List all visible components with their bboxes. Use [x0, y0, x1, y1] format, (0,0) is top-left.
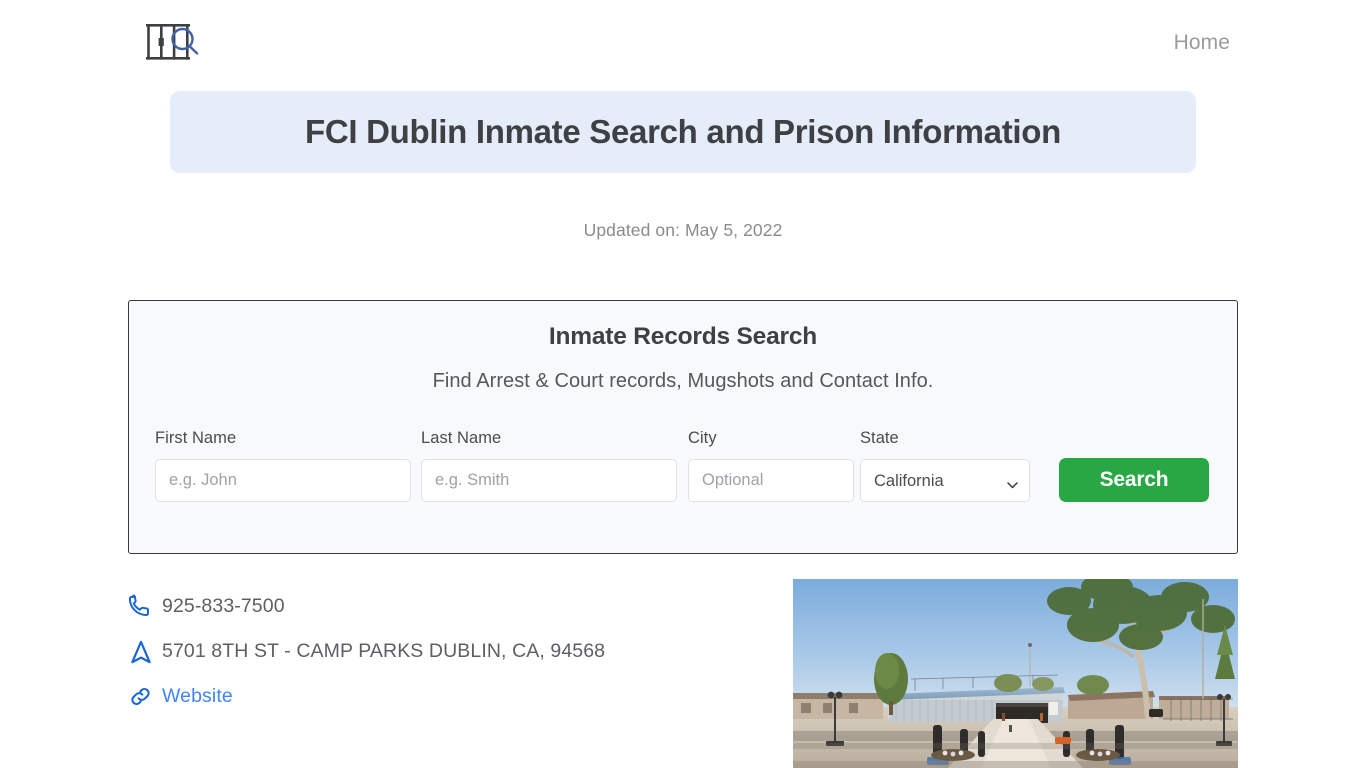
first-name-input[interactable] [155, 459, 411, 502]
facility-contact-block: 925-833-7500 5701 8TH ST - CAMP PARKS DU… [128, 584, 768, 719]
inmate-search-form: First Name Last Name City State Californ… [155, 393, 1211, 502]
jail-bars-with-magnifier-logo-icon [144, 20, 202, 67]
first-name-field-group: First Name [155, 429, 411, 502]
city-label: City [688, 429, 717, 447]
contact-row-website: Website [128, 674, 768, 719]
phone-icon [128, 594, 162, 619]
last-name-label: Last Name [421, 429, 502, 447]
facility-phone-text: 925-833-7500 [162, 595, 285, 617]
nav-link-home[interactable]: Home [1174, 31, 1230, 55]
facility-photo [793, 579, 1238, 768]
page-title: FCI Dublin Inmate Search and Prison Info… [305, 113, 1061, 150]
state-select[interactable]: California [860, 459, 1030, 502]
first-name-label: First Name [155, 429, 237, 447]
search-card-title: Inmate Records Search [548, 323, 818, 350]
search-button[interactable]: Search [1059, 458, 1209, 502]
updated-on-text: Updated on: May 5, 2022 [583, 220, 783, 240]
inmate-records-search-card: Inmate Records Search Find Arrest & Cour… [128, 300, 1238, 554]
state-label: State [860, 429, 899, 447]
contact-row-phone: 925-833-7500 [128, 584, 768, 629]
last-name-input[interactable] [421, 459, 677, 502]
state-select-wrap: California [860, 459, 1030, 502]
state-field-group: State California [860, 429, 1030, 502]
city-field-group: City [688, 429, 854, 502]
contact-row-address: 5701 8TH ST - CAMP PARKS DUBLIN, CA, 945… [128, 629, 768, 674]
page-title-banner: FCI Dublin Inmate Search and Prison Info… [170, 91, 1196, 173]
last-name-field-group: Last Name [421, 429, 677, 502]
brand-logo-link[interactable] [144, 20, 202, 67]
link-icon [128, 684, 162, 709]
facility-address-text: 5701 8TH ST - CAMP PARKS DUBLIN, CA, 945… [162, 640, 606, 662]
navigation-arrow-icon [128, 639, 162, 665]
city-input[interactable] [688, 459, 854, 502]
search-card-subtitle: Find Arrest & Court records, Mugshots an… [432, 370, 934, 392]
facility-website-link[interactable]: Website [162, 685, 233, 708]
site-header: Home [0, 0, 1366, 86]
main-nav: Home [1174, 31, 1230, 55]
